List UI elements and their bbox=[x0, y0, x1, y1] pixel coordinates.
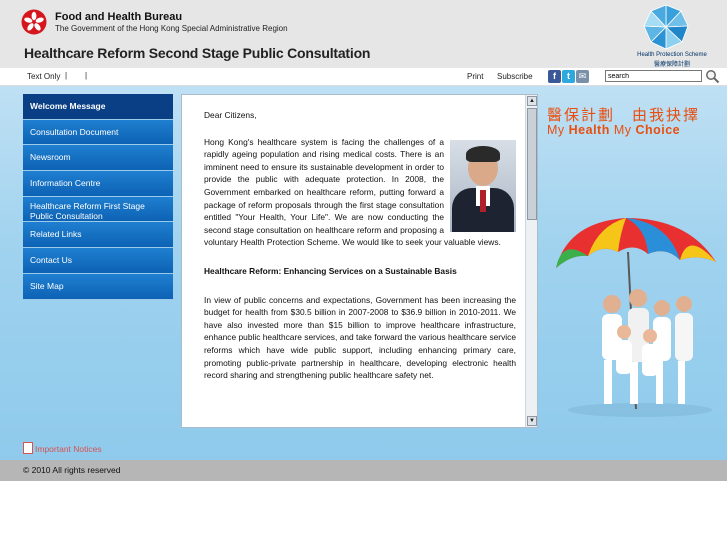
bureau-subtitle: The Government of the Hong Kong Special … bbox=[55, 24, 288, 33]
scheme-name-en: Health Protection Scheme bbox=[637, 52, 707, 58]
site-header: Food and Health Bureau The Government of… bbox=[0, 0, 727, 68]
main-area: Welcome Message Consultation Document Ne… bbox=[0, 86, 727, 460]
search-input[interactable] bbox=[605, 70, 702, 82]
nav-item-information-centre[interactable]: Information Centre bbox=[23, 171, 173, 197]
section-heading: Healthcare Reform: Enhancing Services on… bbox=[204, 265, 457, 276]
separator: | bbox=[65, 71, 68, 80]
page-title: Healthcare Reform Second Stage Public Co… bbox=[24, 45, 371, 61]
print-link[interactable]: Print bbox=[467, 72, 483, 81]
sidebar-nav: Welcome Message Consultation Document Ne… bbox=[23, 94, 173, 300]
nav-item-newsroom[interactable]: Newsroom bbox=[23, 145, 173, 172]
slogan-english: My Health My Choice bbox=[547, 123, 681, 137]
slogan-chinese: 醫保計劃 由我抉擇 bbox=[547, 107, 701, 124]
site-footer: © 2010 All rights reserved bbox=[0, 460, 727, 481]
nav-item-consultation-document[interactable]: Consultation Document bbox=[23, 119, 173, 146]
scrollbar-thumb[interactable] bbox=[527, 108, 537, 220]
important-notices-label: Important Notices bbox=[35, 444, 102, 454]
text-only-link[interactable]: Text Only bbox=[27, 72, 60, 81]
scheme-name-zh: 醫療保障計劃 bbox=[653, 62, 690, 68]
scroll-down-icon[interactable]: ▼ bbox=[527, 416, 537, 426]
vertical-scrollbar[interactable]: ▲ ▼ bbox=[525, 95, 537, 427]
utility-bar: Text Only | | Print Subscribe f t ✉ bbox=[0, 68, 727, 86]
twitter-icon[interactable]: t bbox=[562, 70, 575, 83]
hksar-emblem-icon bbox=[21, 9, 47, 35]
message-scroll-area[interactable]: Dear Citizens, Hong Kong's healthcare sy… bbox=[182, 95, 524, 427]
paragraph-budget: In view of public concerns and expectati… bbox=[204, 294, 516, 381]
family-umbrella-illustration bbox=[556, 218, 716, 417]
nav-item-related-links[interactable]: Related Links bbox=[23, 222, 173, 249]
health-protection-scheme-logo bbox=[643, 4, 689, 50]
scroll-up-icon[interactable]: ▲ bbox=[527, 96, 537, 106]
email-icon[interactable]: ✉ bbox=[576, 70, 589, 83]
portrait-photo bbox=[450, 139, 516, 232]
content-panel: Dear Citizens, Hong Kong's healthcare sy… bbox=[181, 94, 538, 428]
search-icon[interactable] bbox=[705, 69, 720, 84]
important-notices-link[interactable]: Important Notices bbox=[23, 442, 102, 454]
nav-item-welcome-message[interactable]: Welcome Message bbox=[23, 94, 173, 120]
facebook-icon[interactable]: f bbox=[548, 70, 561, 83]
separator: | bbox=[85, 71, 88, 80]
nav-item-site-map[interactable]: Site Map bbox=[23, 273, 173, 300]
document-icon bbox=[23, 442, 33, 454]
nav-item-first-stage-consultation[interactable]: Healthcare Reform First Stage Public Con… bbox=[23, 196, 173, 223]
bureau-name: Food and Health Bureau bbox=[55, 11, 183, 23]
subscribe-link[interactable]: Subscribe bbox=[497, 72, 533, 81]
greeting-text: Dear Citizens, bbox=[204, 110, 257, 120]
copyright-text: © 2010 All rights reserved bbox=[23, 465, 121, 475]
nav-item-contact-us[interactable]: Contact Us bbox=[23, 248, 173, 274]
